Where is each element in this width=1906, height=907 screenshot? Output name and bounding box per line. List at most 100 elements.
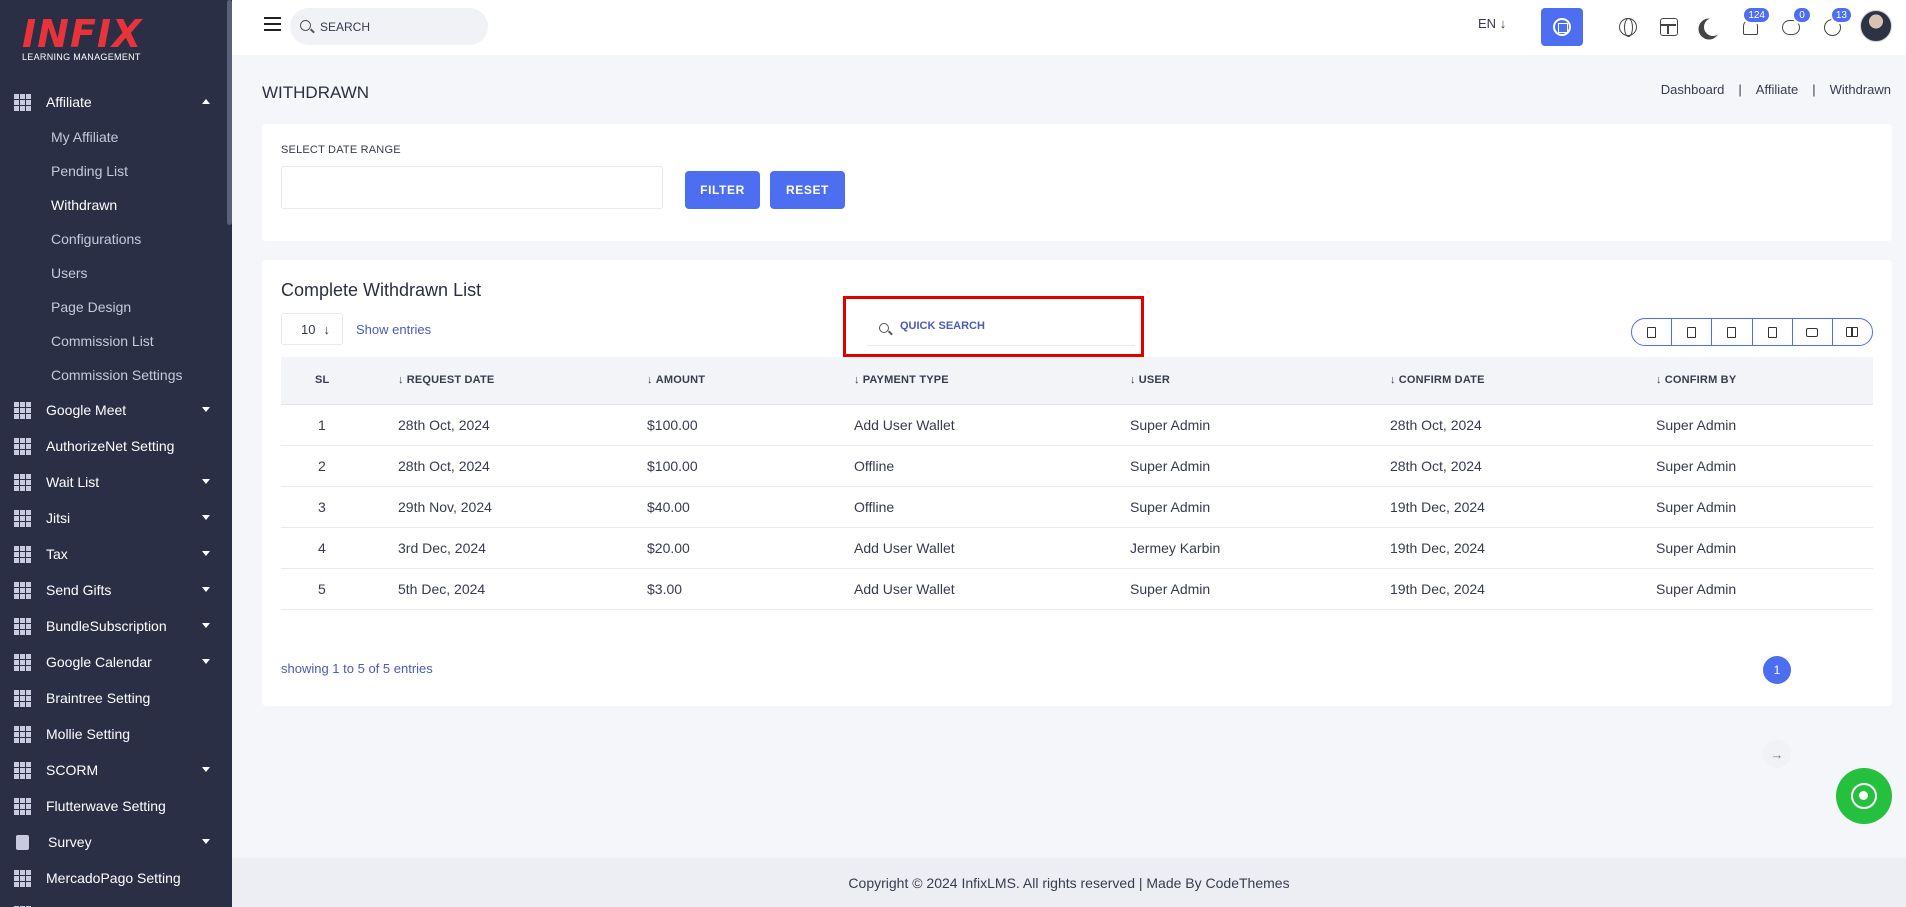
col-header-amount[interactable]: ↓ AMOUNT <box>647 357 854 405</box>
sidebar-subitem-commission-list[interactable]: Commission List <box>0 324 232 358</box>
sidebar-item-label: Survey <box>48 834 92 850</box>
pdf-file-icon <box>1767 326 1777 338</box>
print-button[interactable] <box>1793 319 1833 345</box>
whatsapp-header-button[interactable]: 13 <box>1817 6 1853 42</box>
cell-confirm-date: 19th Dec, 2024 <box>1390 568 1656 610</box>
sidebar-item-google-calendar[interactable]: Google Calendar <box>0 644 232 680</box>
globe-button[interactable] <box>1613 12 1643 42</box>
quick-search-highlight-box <box>843 296 1144 357</box>
cell-amount: $40.00 <box>647 486 854 528</box>
sidebar-item-scorm[interactable]: SCORM <box>0 752 232 788</box>
page-button-current[interactable]: 1 <box>1763 656 1791 684</box>
globe-icon <box>1619 18 1637 37</box>
dark-mode-toggle[interactable] <box>1694 12 1724 42</box>
filter-button[interactable]: FILTER <box>685 171 760 209</box>
csv-button[interactable] <box>1712 319 1753 345</box>
columns-icon <box>1846 327 1859 337</box>
sidebar-item-jitsi[interactable]: Jitsi <box>0 500 232 536</box>
logo[interactable]: INFIX LEARNING MANAGEMENT <box>22 14 142 62</box>
sidebar-subitem-withdrawn[interactable]: Withdrawn <box>0 188 232 222</box>
language-label: EN <box>1478 16 1497 31</box>
cell-amount: $3.00 <box>647 568 854 610</box>
sidebar-subitem-page-design[interactable]: Page Design <box>0 290 232 324</box>
col-header-label: CONFIRM BY <box>1664 374 1737 387</box>
sidebar-subitem-commission-settings[interactable]: Commission Settings <box>0 358 232 392</box>
language-selector[interactable]: EN ↓ <box>1478 16 1506 31</box>
cell-user: Super Admin <box>1130 486 1390 528</box>
sidebar-item-label: Google Meet <box>46 402 127 418</box>
breadcrumb-dashboard[interactable]: Dashboard <box>1661 82 1725 97</box>
whatsapp-badge: 13 <box>1829 6 1853 24</box>
column-visibility-button[interactable] <box>1833 319 1872 345</box>
sidebar-item-google-meet[interactable]: Google Meet <box>0 392 232 428</box>
col-header-sl[interactable]: SL <box>281 357 398 405</box>
cell-confirm-date: 28th Oct, 2024 <box>1390 445 1656 487</box>
col-header-user[interactable]: ↓ USER <box>1130 357 1390 405</box>
sidebar-item-skill-and-pathway[interactable]: Skill And Pathway <box>0 896 232 907</box>
sidebar-item-braintree-setting[interactable]: Braintree Setting <box>0 680 232 716</box>
sidebar-subitem-configurations[interactable]: Configurations <box>0 222 232 256</box>
excel-button[interactable] <box>1672 319 1713 345</box>
sidebar-item-send-gifts[interactable]: Send Gifts <box>0 572 232 608</box>
cell-payment-type: Add User Wallet <box>854 568 1130 610</box>
sidebar-nav: Affiliate My Affiliate Pending List With… <box>0 84 232 907</box>
reset-button[interactable]: RESET <box>770 171 845 209</box>
caret-down-icon <box>202 407 210 412</box>
sidebar-item-label: Send Gifts <box>46 582 112 598</box>
whatsapp-float-button[interactable] <box>1836 768 1892 824</box>
header-search-input[interactable] <box>320 19 470 34</box>
table-header-row: SL ↓ REQUEST DATE ↓ AMOUNT ↓ PAYMENT TYPE ↓… <box>281 357 1873 405</box>
sidebar-subitem-pending-list[interactable]: Pending List <box>0 154 232 188</box>
cell-amount: $100.00 <box>647 404 854 446</box>
entries-per-page-select[interactable]: 10 ↓ <box>281 313 343 345</box>
grid-icon <box>14 93 31 111</box>
sidebar-item-tax[interactable]: Tax <box>0 536 232 572</box>
messages-button[interactable]: 0 <box>1776 6 1812 42</box>
filter-card: SELECT DATE RANGE FILTER RESET <box>262 124 1892 241</box>
ai-chip-button[interactable] <box>1541 8 1583 46</box>
col-header-payment-type[interactable]: ↓ PAYMENT TYPE <box>854 357 1130 405</box>
sidebar-item-mollie-setting[interactable]: Mollie Setting <box>0 716 232 752</box>
cell-amount: $100.00 <box>647 445 854 487</box>
sidebar-item-label: Braintree Setting <box>46 690 151 706</box>
notifications-badge: 124 <box>1742 6 1771 24</box>
list-title: Complete Withdrawn List <box>281 280 482 300</box>
sidebar-item-wait-list[interactable]: Wait List <box>0 464 232 500</box>
sidebar-item-label: Google Calendar <box>46 654 152 670</box>
date-range-label: SELECT DATE RANGE <box>281 144 401 156</box>
notifications-button[interactable]: 124 <box>1735 6 1771 42</box>
moon-icon <box>1704 18 1722 36</box>
col-header-confirm-date[interactable]: ↓ CONFIRM DATE <box>1390 357 1656 405</box>
sidebar-subitem-users[interactable]: Users <box>0 256 232 290</box>
copy-button[interactable] <box>1632 319 1673 345</box>
cell-user: Super Admin <box>1130 404 1390 446</box>
sidebar-item-label: MercadoPago Setting <box>46 870 181 886</box>
sidebar-item-mercadopago-setting[interactable]: MercadoPago Setting <box>0 860 232 896</box>
caret-down-icon <box>202 623 210 628</box>
next-page-button[interactable]: → <box>1763 740 1791 768</box>
hamburger-menu-icon[interactable] <box>264 17 281 31</box>
sidebar-item-authorizenet-setting[interactable]: AuthorizeNet Setting <box>0 428 232 464</box>
logo-subtitle: LEARNING MANAGEMENT <box>22 52 141 62</box>
arrow-down-icon: ↓ <box>323 321 330 337</box>
layout-button[interactable] <box>1654 12 1684 42</box>
col-header-confirm-by[interactable]: ↓ CONFIRM BY <box>1656 357 1873 405</box>
pdf-button[interactable] <box>1753 319 1793 345</box>
col-header-request-date[interactable]: ↓ REQUEST DATE <box>398 357 647 405</box>
cell-confirm-by: Super Admin <box>1656 527 1873 569</box>
date-range-input[interactable] <box>281 166 663 209</box>
sidebar-subitem-my-affiliate[interactable]: My Affiliate <box>0 120 232 154</box>
breadcrumb-separator: | <box>1812 82 1816 97</box>
grid-icon <box>14 761 31 779</box>
caret-down-icon <box>202 551 210 556</box>
sidebar-item-bundlesubscription[interactable]: BundleSubscription <box>0 608 232 644</box>
sidebar-item-label: Jitsi <box>46 510 71 526</box>
breadcrumb: Dashboard | Affiliate | Withdrawn <box>1661 82 1891 97</box>
avatar[interactable] <box>1860 10 1892 42</box>
breadcrumb-affiliate[interactable]: Affiliate <box>1756 82 1798 97</box>
sidebar-item-affiliate[interactable]: Affiliate <box>0 84 232 120</box>
sidebar-item-flutterwave-setting[interactable]: Flutterwave Setting <box>0 788 232 824</box>
grid-icon <box>14 401 31 419</box>
cell-payment-type: Add User Wallet <box>854 527 1130 569</box>
sidebar-item-survey[interactable]: Survey <box>0 824 232 860</box>
